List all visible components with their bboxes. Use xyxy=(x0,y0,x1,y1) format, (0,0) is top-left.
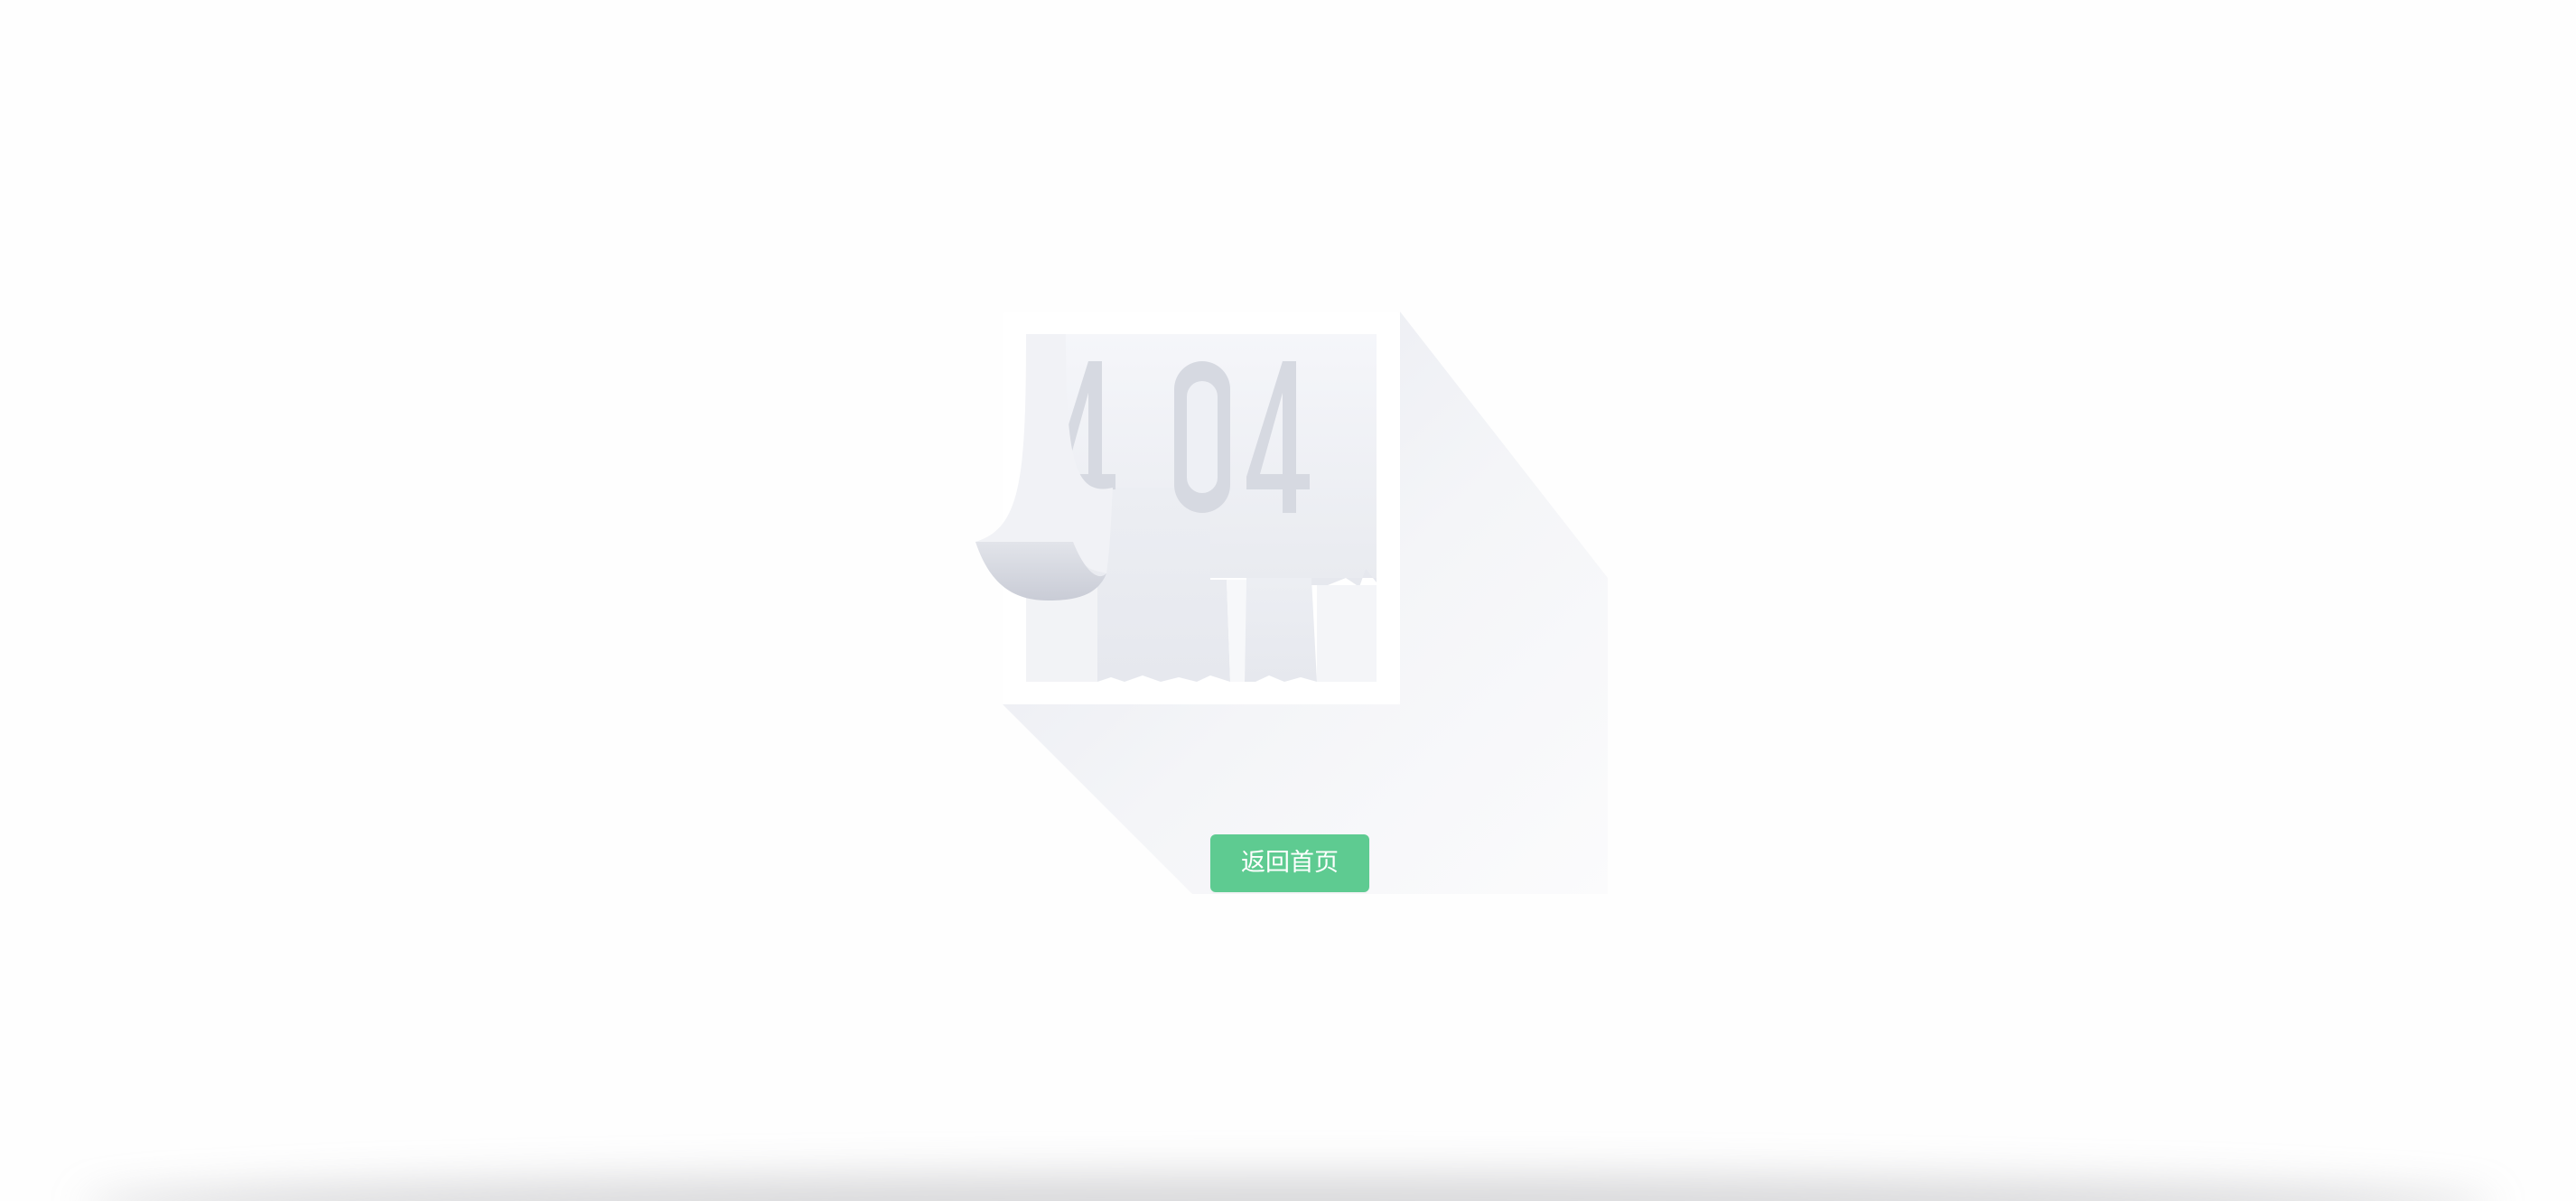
back-to-home-button[interactable]: 返回首页 xyxy=(1210,834,1369,892)
torn-paper-graphic xyxy=(975,312,1608,894)
404-illustration xyxy=(939,298,1626,912)
torn-strip-right xyxy=(1245,578,1317,682)
bottom-shadow xyxy=(81,1174,2495,1201)
error-page: 返回首页 xyxy=(0,0,2576,1201)
torn-strip-left xyxy=(1097,488,1230,682)
